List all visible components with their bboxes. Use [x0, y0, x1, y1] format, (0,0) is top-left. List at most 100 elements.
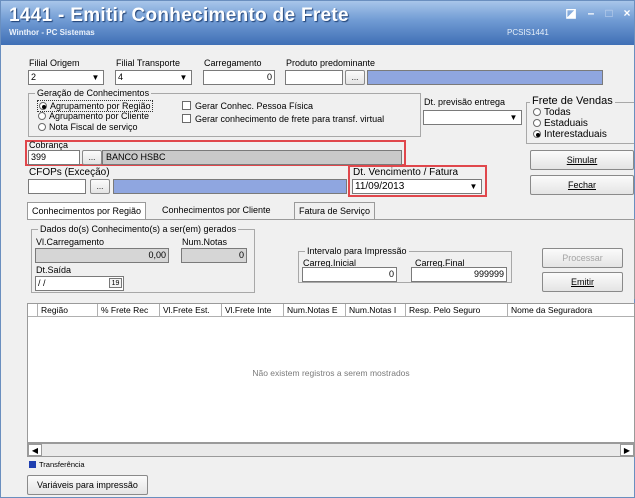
cfops-input[interactable]	[28, 179, 86, 194]
cobranca-label: Cobrança	[29, 140, 69, 150]
tab-conhecimentos-regiao[interactable]: Conhecimentos por Região	[27, 202, 147, 220]
radio-label: Todas	[544, 107, 571, 118]
radio-label: Agrupamento por Cliente	[49, 111, 150, 121]
check-pessoa-fisica[interactable]: Gerar Conhec. Pessoa Física	[182, 101, 313, 111]
cobranca-search-button[interactable]: ...	[82, 150, 102, 165]
produto-predominante-label: Produto predominante	[286, 58, 376, 68]
grid-header: Região % Frete Rec Vl.Frete Est. Vl.Fret…	[28, 304, 634, 317]
frete-vendas-title: Frete de Vendas	[530, 95, 615, 107]
dt-vencimento-select[interactable]: 11/09/2013 ▼	[352, 179, 482, 194]
grid-empty-message: Não existem registros a serem mostrados	[252, 368, 410, 378]
filial-transporte-label: Filial Transporte	[116, 58, 181, 68]
check-label: Gerar Conhec. Pessoa Física	[195, 101, 314, 111]
emitir-label: Emitir	[571, 277, 594, 287]
grid-col-resp-seguro[interactable]: Resp. Pelo Seguro	[406, 304, 508, 317]
window-title: 1441 - Emitir Conhecimento de Frete	[9, 5, 349, 26]
radio-frete-interestaduais[interactable]: Interestaduais	[533, 129, 607, 140]
cfops-label: CFOPs (Exceção)	[29, 167, 110, 178]
carreg-inicial-input[interactable]: 0	[302, 267, 397, 282]
fechar-button[interactable]: Fechar	[530, 175, 634, 195]
cfops-search-button[interactable]: ...	[90, 179, 110, 194]
restore-icon[interactable]: ◪	[564, 7, 578, 19]
transferencia-legend-label: Transferência	[39, 460, 85, 469]
grid-col-regiao[interactable]: Região	[38, 304, 98, 317]
fechar-label: Fechar	[567, 180, 596, 190]
emitir-button[interactable]: Emitir	[542, 272, 623, 292]
dt-previsao-label: Dt. previsão entrega	[424, 97, 506, 107]
conhecimentos-grid[interactable]: Região % Frete Rec Vl.Frete Est. Vl.Fret…	[27, 303, 635, 443]
vl-carregamento-label: Vl.Carregamento	[36, 237, 105, 247]
screen-code: PCSIS1441	[507, 28, 549, 37]
radio-nota-fiscal-servico[interactable]: Nota Fiscal de serviço	[38, 122, 138, 132]
carregamento-label: Carregamento	[204, 58, 262, 68]
radio-unselected-icon	[533, 108, 541, 116]
grid-col-vl-frete-inte[interactable]: Vl.Frete Inte	[222, 304, 284, 317]
radio-label: Agrupamento por Região	[50, 101, 151, 111]
check-transf-virtual[interactable]: Gerar conhecimento de frete para transf.…	[182, 114, 384, 124]
dt-saida-label: Dt.Saída	[36, 265, 72, 275]
filial-origem-label: Filial Origem	[29, 58, 80, 68]
radio-label: Interestaduais	[544, 129, 607, 140]
company-name: Winthor - PC Sistemas	[9, 28, 95, 37]
tab-fatura-servico[interactable]: Fatura de Serviço	[294, 202, 376, 220]
maximize-icon[interactable]: □	[602, 7, 616, 19]
tab-conhecimentos-cliente[interactable]: Conhecimentos por Cliente	[158, 202, 275, 220]
produto-search-button[interactable]: ...	[345, 70, 365, 85]
grid-col-num-notas-e[interactable]: Num.Notas E	[284, 304, 346, 317]
dt-vencimento-label: Dt. Vencimento / Fatura	[353, 167, 459, 178]
calendar-icon[interactable]: 19	[109, 278, 122, 288]
close-icon[interactable]: ×	[620, 7, 634, 19]
radio-selected-icon	[533, 130, 541, 138]
intervalo-title: Intervalo para Impressão	[305, 246, 409, 256]
main-window: 1441 - Emitir Conhecimento de Frete Wint…	[0, 0, 635, 498]
carreg-final-input[interactable]: 999999	[411, 267, 507, 282]
grid-horizontal-scrollbar[interactable]: ◀ ▶	[27, 443, 635, 457]
chevron-down-icon[interactable]: ▼	[89, 72, 102, 83]
radio-label: Estaduais	[544, 118, 588, 129]
simular-button[interactable]: Simular	[530, 150, 634, 170]
filial-origem-value: 2	[31, 72, 37, 82]
chevron-down-icon[interactable]: ▼	[507, 112, 520, 123]
grid-col-frete-rec[interactable]: % Frete Rec	[98, 304, 160, 317]
checkbox-icon	[182, 101, 191, 110]
radio-unselected-icon	[533, 119, 541, 127]
radio-unselected-icon	[38, 123, 46, 131]
scroll-left-icon[interactable]: ◀	[28, 444, 42, 456]
cfops-description-field	[113, 179, 347, 194]
processar-button[interactable]: Processar	[542, 248, 623, 268]
dt-saida-input[interactable]: / / 19	[35, 276, 124, 291]
checkbox-icon	[182, 114, 191, 123]
simular-label: Simular	[566, 155, 598, 165]
cobranca-code-input[interactable]: 399	[28, 150, 80, 165]
carregamento-input[interactable]: 0	[203, 70, 275, 85]
grid-col-nome-seguradora[interactable]: Nome da Seguradora	[508, 304, 634, 317]
radio-agrupamento-cliente[interactable]: Agrupamento por Cliente	[38, 111, 149, 121]
grid-col-vl-frete-est[interactable]: Vl.Frete Est.	[160, 304, 222, 317]
dados-title: Dados do(s) Conhecimento(s) a ser(em) ge…	[38, 224, 239, 234]
grid-indicator-column	[28, 304, 38, 317]
title-bar[interactable]: 1441 - Emitir Conhecimento de Frete Wint…	[1, 1, 634, 45]
transferencia-legend-swatch	[29, 461, 36, 468]
grid-col-num-notas-i[interactable]: Num.Notas I	[346, 304, 406, 317]
radio-frete-estaduais[interactable]: Estaduais	[533, 118, 588, 129]
cobranca-name-field: BANCO HSBC	[102, 150, 402, 165]
scroll-right-icon[interactable]: ▶	[620, 444, 634, 456]
filial-origem-select[interactable]: 2 ▼	[28, 70, 104, 85]
filial-transporte-value: 4	[118, 72, 124, 82]
radio-frete-todas[interactable]: Todas	[533, 107, 571, 118]
vl-carregamento-field: 0,00	[35, 248, 169, 263]
geracao-title: Geração de Conhecimentos	[35, 88, 152, 98]
chevron-down-icon[interactable]: ▼	[467, 181, 480, 192]
dt-previsao-select[interactable]: ▼	[423, 110, 522, 125]
chevron-down-icon[interactable]: ▼	[177, 72, 190, 83]
dt-saida-value: / /	[38, 278, 46, 288]
variaveis-impressao-button[interactable]: Variáveis para impressão	[27, 475, 148, 495]
minimize-icon[interactable]: –	[584, 7, 598, 19]
radio-selected-icon	[39, 102, 47, 110]
produto-predominante-input[interactable]	[285, 70, 343, 85]
num-notas-label: Num.Notas	[182, 237, 228, 247]
filial-transporte-select[interactable]: 4 ▼	[115, 70, 192, 85]
radio-label: Nota Fiscal de serviço	[49, 122, 138, 132]
produto-description-field	[367, 70, 603, 85]
check-label: Gerar conhecimento de frete para transf.…	[195, 114, 385, 124]
